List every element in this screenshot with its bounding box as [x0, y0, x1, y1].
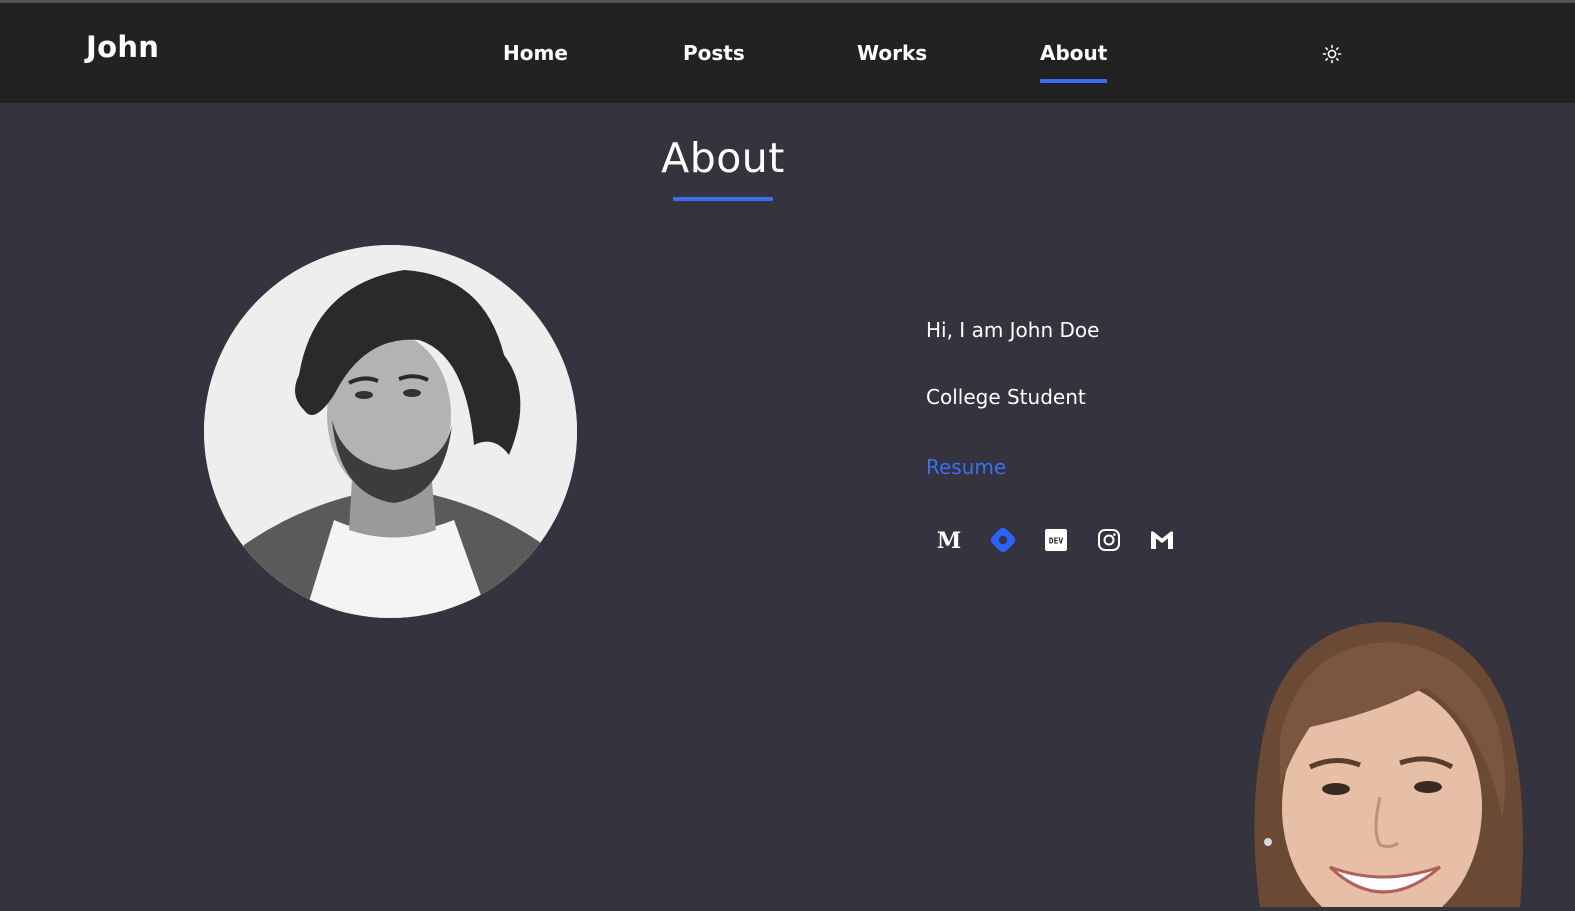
- resume-link[interactable]: Resume: [926, 455, 1006, 479]
- medium-link[interactable]: M: [930, 522, 968, 558]
- nav-posts[interactable]: Posts: [683, 41, 745, 65]
- page-title: About: [661, 134, 785, 182]
- decorative-portrait: [1240, 617, 1540, 911]
- svg-text:DEV: DEV: [1049, 537, 1064, 546]
- hashnode-icon: [990, 527, 1016, 553]
- dev-to-icon: DEV: [1045, 529, 1067, 551]
- instagram-icon: [1098, 529, 1120, 551]
- hashnode-link[interactable]: [984, 522, 1022, 558]
- nav-works[interactable]: Works: [857, 41, 927, 65]
- sun-icon: [1322, 44, 1342, 64]
- theme-toggle-button[interactable]: [1319, 41, 1345, 67]
- dev-to-link[interactable]: DEV: [1037, 522, 1075, 558]
- navbar: John Home Posts Works About: [0, 3, 1575, 103]
- social-links: M DEV: [930, 522, 1190, 558]
- svg-text:M: M: [937, 529, 961, 551]
- medium-icon: M: [937, 529, 961, 551]
- greeting-text: Hi, I am John Doe: [926, 318, 1100, 342]
- brand-logo[interactable]: John: [86, 30, 159, 64]
- gmail-link[interactable]: [1143, 522, 1181, 558]
- nav-home[interactable]: Home: [503, 41, 568, 65]
- title-underline: [673, 197, 773, 201]
- instagram-link[interactable]: [1090, 522, 1128, 558]
- role-text: College Student: [926, 385, 1086, 409]
- gmail-icon: [1151, 531, 1173, 549]
- nav-about[interactable]: About: [1040, 41, 1108, 83]
- profile-photo: [204, 245, 577, 618]
